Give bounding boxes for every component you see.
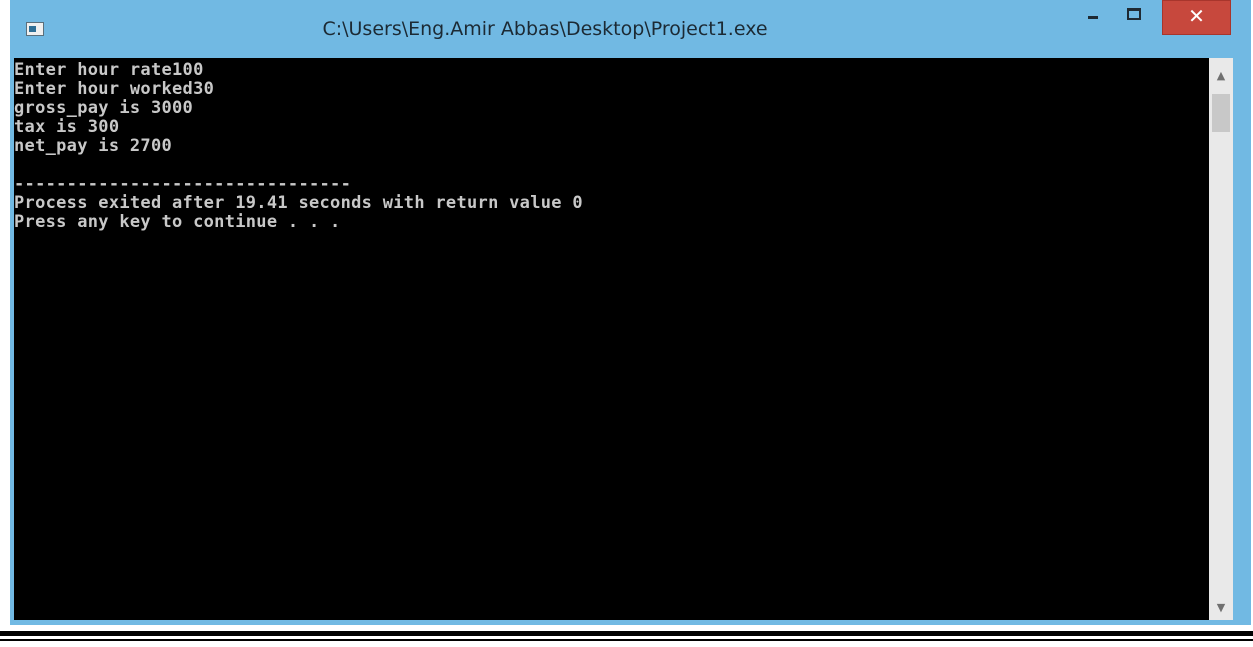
- page: C:\Users\Eng.Amir Abbas\Desktop\Project1…: [0, 0, 1253, 647]
- console-lines: Enter hour rate100 Enter hour worked30 g…: [14, 61, 583, 232]
- maximize-icon: [1127, 8, 1141, 20]
- close-icon: ✕: [1188, 4, 1205, 28]
- vertical-scrollbar[interactable]: ▲ ▼: [1209, 58, 1233, 620]
- maximize-button[interactable]: [1116, 0, 1152, 35]
- console-line: Enter hour worked30: [14, 79, 215, 99]
- divider-thick: [0, 631, 1253, 636]
- scroll-thumb[interactable]: [1212, 94, 1230, 132]
- close-button[interactable]: ✕: [1162, 0, 1231, 35]
- window-title: C:\Users\Eng.Amir Abbas\Desktop\Project1…: [322, 18, 768, 40]
- console-output[interactable]: Enter hour rate100 Enter hour worked30 g…: [14, 58, 1209, 620]
- title-bar[interactable]: C:\Users\Eng.Amir Abbas\Desktop\Project1…: [10, 0, 1251, 58]
- console-line: Process exited after 19.41 seconds with …: [14, 193, 583, 213]
- scroll-up-arrow-icon[interactable]: ▲: [1209, 66, 1233, 86]
- console-line: Press any key to continue . . .: [14, 212, 341, 232]
- scroll-down-arrow-icon[interactable]: ▼: [1209, 598, 1233, 618]
- console-line: net_pay is 2700: [14, 136, 173, 156]
- console-line: Enter hour rate100: [14, 60, 204, 80]
- minimize-icon: [1088, 16, 1098, 19]
- divider-thin: [0, 639, 1253, 641]
- separator-line: --------------------------------: [14, 174, 352, 194]
- console-line: gross_pay is 3000: [14, 98, 194, 118]
- minimize-button[interactable]: [1076, 0, 1111, 35]
- console-line: tax is 300: [14, 117, 120, 137]
